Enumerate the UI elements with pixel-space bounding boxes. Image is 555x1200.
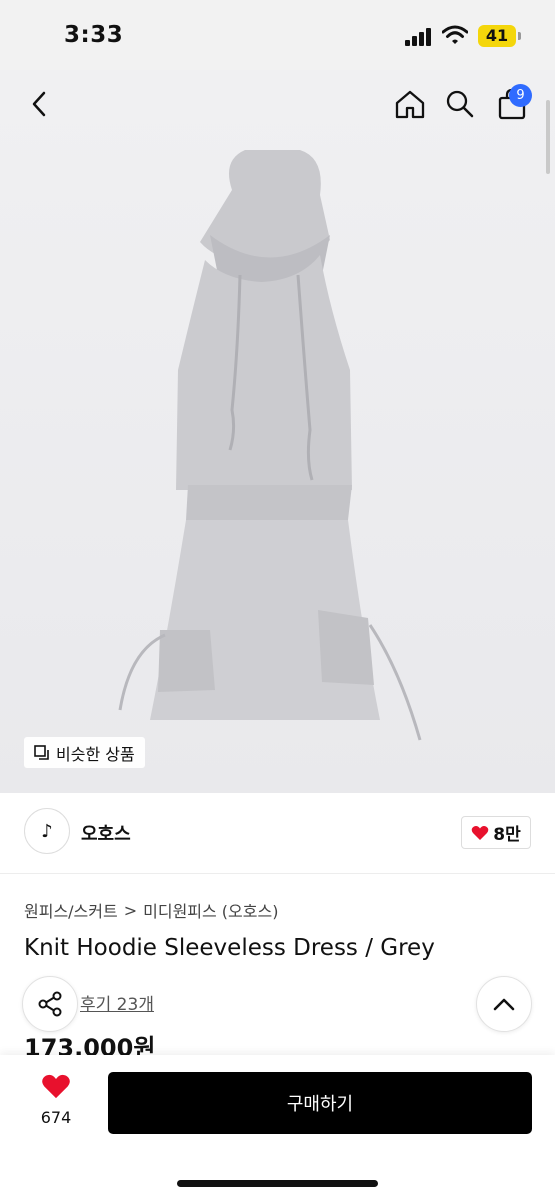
- battery-tip: [518, 32, 521, 40]
- wifi-icon: [442, 25, 468, 44]
- similar-products-button[interactable]: 비슷한 상품: [24, 737, 145, 768]
- breadcrumb-category[interactable]: 원피스/스커트: [24, 898, 118, 922]
- home-indicator: [177, 1180, 378, 1187]
- cellular-signal-icon: [405, 28, 433, 46]
- wishlist-button[interactable]: 674: [28, 1073, 84, 1133]
- brand-row: ♪ 오호스 8만: [24, 808, 531, 856]
- product-title: Knit Hoodie Sleeveless Dress / Grey: [24, 935, 435, 961]
- product-photo: [118, 150, 422, 741]
- breadcrumb-separator: >: [123, 900, 138, 920]
- bottom-action-bar: 674 구매하기: [0, 1055, 555, 1200]
- home-icon: [395, 90, 425, 119]
- status-bar: 3:33 41: [0, 0, 555, 70]
- share-button[interactable]: [22, 976, 78, 1032]
- search-icon: [446, 90, 474, 118]
- scrollbar[interactable]: [546, 100, 550, 174]
- breadcrumb-subcategory[interactable]: 미디원피스 (오호스): [143, 898, 278, 922]
- heart-icon: [471, 825, 489, 840]
- share-icon: [38, 991, 62, 1017]
- scroll-to-top-button[interactable]: [476, 976, 532, 1032]
- chevron-up-icon: [493, 998, 515, 1011]
- similar-products-label: 비슷한 상품: [56, 744, 135, 764]
- brand-like-button[interactable]: 8만: [461, 816, 531, 849]
- cart-count-badge: 9: [509, 84, 532, 107]
- review-link[interactable]: 후기 23개: [80, 990, 154, 1015]
- home-button[interactable]: [390, 84, 430, 124]
- section-divider: [0, 873, 555, 874]
- buy-button[interactable]: 구매하기: [108, 1072, 532, 1134]
- chevron-left-icon: [32, 91, 46, 117]
- status-time: 3:33: [64, 22, 124, 48]
- breadcrumb: 원피스/스커트 > 미디원피스 (오호스): [24, 898, 278, 922]
- battery-indicator: 41: [478, 25, 516, 47]
- brand-name[interactable]: 오호스: [81, 820, 131, 846]
- search-button[interactable]: [440, 84, 480, 124]
- heart-icon: [42, 1074, 70, 1099]
- wishlist-count: 674: [40, 1108, 72, 1127]
- back-button[interactable]: [20, 84, 60, 124]
- brand-logo[interactable]: ♪: [24, 808, 70, 854]
- copy-squares-icon: [34, 744, 49, 760]
- brand-like-count: 8만: [493, 825, 521, 845]
- top-navigation: [0, 70, 555, 140]
- product-image[interactable]: [0, 70, 555, 793]
